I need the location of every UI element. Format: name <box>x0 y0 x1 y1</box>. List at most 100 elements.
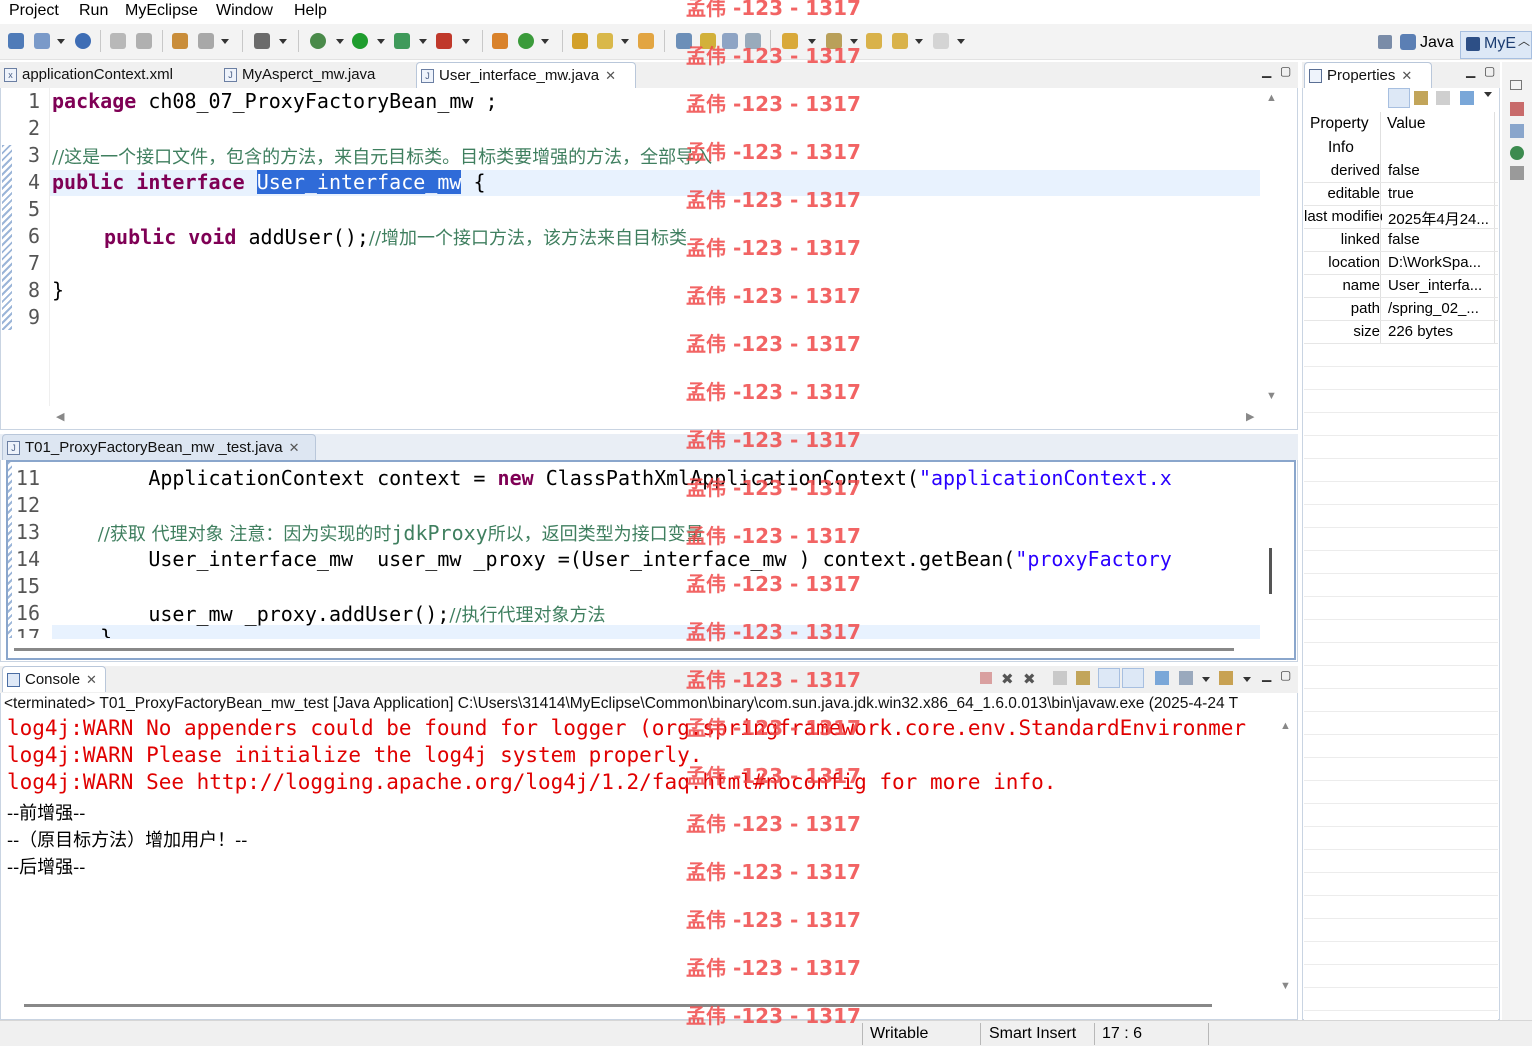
restore-default-icon[interactable] <box>1436 91 1450 105</box>
new-java-package-icon[interactable] <box>492 33 508 49</box>
minimize-icon[interactable]: ▁ <box>1262 64 1271 78</box>
code-line-14[interactable]: User_interface_mw user_mw _proxy =(User_… <box>52 547 1172 571</box>
property-row[interactable]: linked false <box>1304 229 1498 252</box>
property-row[interactable]: last modified 2025年4月24... <box>1304 206 1498 229</box>
property-row[interactable]: derived false <box>1304 160 1498 183</box>
code-line-3[interactable]: //这是一个接口文件，包含的方法，来自元目标类。目标类要增强的方法，全部导入 <box>52 143 712 169</box>
run-icon[interactable] <box>352 33 368 49</box>
chevron-up-icon[interactable]: ︿ <box>1518 32 1530 49</box>
scroll-lock-icon[interactable] <box>1076 671 1090 685</box>
dropdown-arrow-icon[interactable] <box>1202 677 1210 682</box>
property-row[interactable]: path/spring_02_... <box>1304 298 1498 321</box>
menu-project[interactable]: Project <box>9 2 59 20</box>
external-tools-icon[interactable] <box>436 33 452 49</box>
pin-properties-icon[interactable] <box>1460 91 1474 105</box>
dropdown-arrow-icon[interactable] <box>915 39 923 44</box>
scroll-down-icon[interactable]: ▼ <box>1266 390 1277 402</box>
forward-icon[interactable] <box>933 33 949 49</box>
tab-properties[interactable]: Properties ✕ <box>1304 62 1432 88</box>
remove-launch-icon[interactable]: ✖ <box>1001 670 1014 688</box>
property-row[interactable]: size 226 bytes <box>1304 321 1498 344</box>
maximize-icon[interactable]: ▢ <box>1280 64 1291 78</box>
dropdown-arrow-icon[interactable] <box>57 39 65 44</box>
menu-myeclipse[interactable]: MyEclipse <box>125 2 198 20</box>
code-line-8[interactable]: } <box>52 278 64 302</box>
new-java-class-icon[interactable] <box>518 33 534 49</box>
code-line-13[interactable]: //获取 代理对象 注意：因为实现的时jdkProxy所以，返回类型为接口变量 <box>52 520 704 546</box>
display-console-icon[interactable] <box>1179 671 1193 685</box>
snippets-icon[interactable] <box>1510 166 1524 180</box>
dropdown-arrow-icon[interactable] <box>957 39 965 44</box>
remove-all-terminated-icon[interactable]: ✖ <box>1023 670 1036 688</box>
open-perspective-icon[interactable] <box>1378 35 1392 49</box>
code-line-1[interactable]: package ch08_07_ProxyFactoryBean_mw ; <box>52 89 498 113</box>
close-icon[interactable]: ✕ <box>289 440 300 455</box>
maximize-icon[interactable]: ▢ <box>1484 64 1495 78</box>
close-icon[interactable]: ✕ <box>605 68 616 83</box>
tab-t01-test[interactable]: J T01_ProxyFactoryBean_mw _test.java ✕ <box>2 434 316 460</box>
open-console-icon[interactable] <box>1219 671 1233 685</box>
scroll-right-icon[interactable]: ▶ <box>1246 410 1254 423</box>
palette-icon[interactable] <box>1510 146 1524 160</box>
horizontal-scrollbar-thumb[interactable] <box>24 1004 1212 1007</box>
search-icon[interactable] <box>597 33 613 49</box>
show-on-error-icon[interactable] <box>1122 668 1144 688</box>
dropdown-arrow-icon[interactable] <box>1243 677 1251 682</box>
close-icon[interactable]: ✕ <box>86 672 97 687</box>
column-header-value[interactable]: Value <box>1387 115 1426 133</box>
tab-applicationcontext[interactable]: x applicationContext.xml <box>0 62 216 88</box>
dropdown-arrow-icon[interactable] <box>221 39 229 44</box>
show-advanced-icon[interactable] <box>1414 91 1428 105</box>
save-icon[interactable] <box>34 33 50 49</box>
menu-run[interactable]: Run <box>79 2 108 20</box>
dropdown-arrow-icon[interactable] <box>279 39 287 44</box>
server-icon[interactable] <box>198 33 214 49</box>
code-line-17[interactable]: } <box>52 625 112 638</box>
back-icon[interactable] <box>892 33 908 49</box>
menu-window[interactable]: Window <box>216 2 273 20</box>
horizontal-scrollbar-thumb[interactable] <box>14 648 1234 651</box>
last-edit-location-icon[interactable] <box>866 33 882 49</box>
minimize-icon[interactable]: ▁ <box>1466 64 1475 78</box>
new-icon[interactable] <box>8 33 24 49</box>
property-group-info[interactable]: Info <box>1328 139 1354 157</box>
tab-myasperct[interactable]: J MyAsperct_mw.java <box>220 62 414 88</box>
dropdown-arrow-icon[interactable] <box>462 39 470 44</box>
tab-user-interface[interactable]: J User_interface_mw.java ✕ <box>416 62 636 88</box>
code-line-16[interactable]: user_mw _proxy.addUser();//执行代理对象方法 <box>52 601 605 627</box>
code-line-4[interactable]: public interface User_interface_mw { <box>52 170 486 194</box>
menu-help[interactable]: Help <box>294 2 327 20</box>
clear-console-icon[interactable] <box>1053 671 1067 685</box>
dropdown-arrow-icon[interactable] <box>1484 92 1492 97</box>
code-line-11[interactable]: ApplicationContext context = new ClassPa… <box>52 466 1172 490</box>
minimize-icon[interactable]: ▁ <box>1262 668 1271 682</box>
close-icon[interactable]: ✕ <box>1401 68 1412 83</box>
vertical-scrollbar-thumb[interactable] <box>1269 548 1272 594</box>
outline-icon[interactable] <box>1510 102 1524 116</box>
scroll-up-icon[interactable]: ▲ <box>1266 92 1277 104</box>
print-icon[interactable] <box>110 33 126 49</box>
tab-console[interactable]: Console ✕ <box>2 666 106 692</box>
dropdown-arrow-icon[interactable] <box>377 39 385 44</box>
column-header-property[interactable]: Property <box>1310 115 1369 133</box>
open-task-icon[interactable] <box>638 33 654 49</box>
open-type-icon[interactable] <box>572 33 588 49</box>
property-row[interactable]: location D:\WorkSpa... <box>1304 252 1498 275</box>
scroll-up-icon[interactable]: ▲ <box>1280 720 1291 732</box>
status-insert-mode[interactable]: Smart Insert <box>989 1025 1076 1043</box>
open-console-icon[interactable] <box>254 33 270 49</box>
task-list-icon[interactable] <box>1510 124 1524 138</box>
code-line-6[interactable]: public void addUser();//增加一个接口方法，该方法来自目标… <box>104 224 687 250</box>
publish-icon[interactable] <box>136 33 152 49</box>
property-row[interactable]: editable true <box>1304 183 1498 206</box>
console-output[interactable]: log4j:WARN No appenders could be found f… <box>2 716 1278 996</box>
perspective-myeclipse[interactable]: MyE <box>1484 35 1516 53</box>
perspective-java[interactable]: Java <box>1420 34 1454 52</box>
restore-icon[interactable] <box>1510 80 1522 90</box>
dropdown-arrow-icon[interactable] <box>621 39 629 44</box>
globe-icon[interactable] <box>75 33 91 49</box>
maximize-icon[interactable]: ▢ <box>1280 668 1291 682</box>
pin-console-icon[interactable] <box>1155 671 1169 685</box>
deploy-icon[interactable] <box>172 33 188 49</box>
run-external-icon[interactable] <box>394 33 410 49</box>
